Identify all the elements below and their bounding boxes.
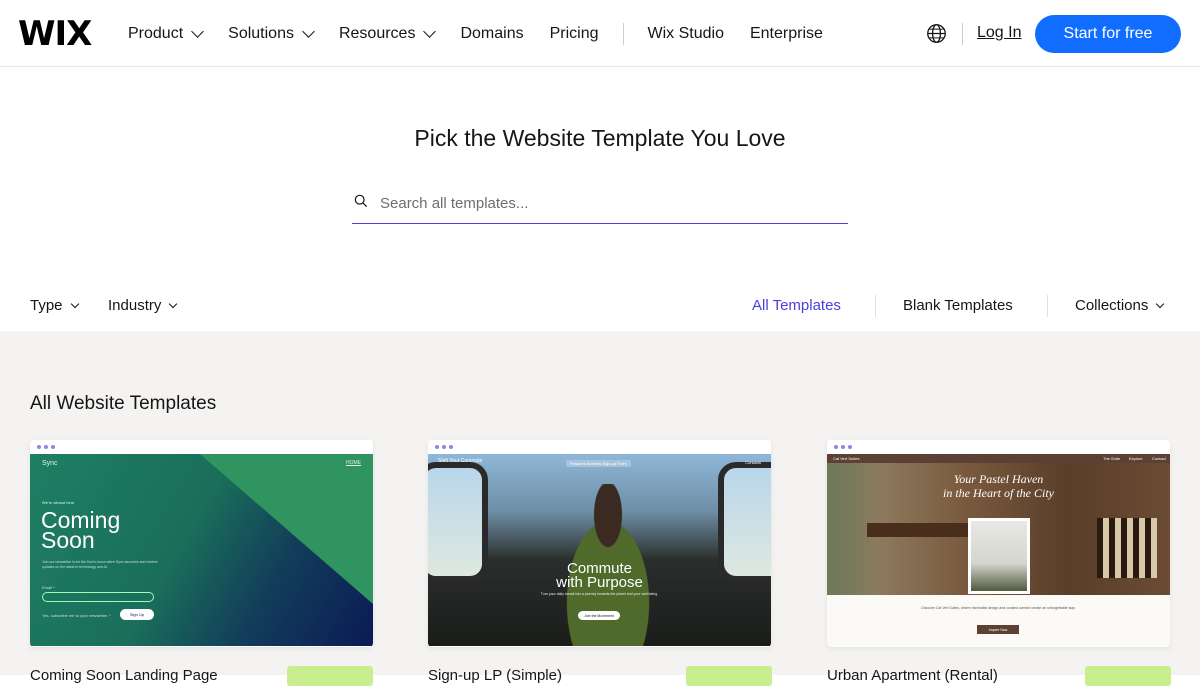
browser-chrome	[428, 440, 771, 454]
chevron-down-icon	[191, 24, 205, 38]
preview-nav-bar: Cal Vert Suites The Suite Explore Contac…	[827, 454, 1170, 463]
nav-label: Product	[128, 24, 184, 42]
template-preview: Sync HOME We're almost here Coming Soon J…	[30, 454, 373, 646]
filter-divider	[875, 295, 876, 317]
search-icon	[354, 194, 368, 208]
nav-label: Resources	[338, 24, 416, 42]
filter-label: Industry	[108, 297, 162, 314]
browser-chrome	[827, 440, 1170, 454]
nav-solutions[interactable]: Solutions	[228, 24, 315, 43]
template-badge	[287, 666, 373, 686]
wix-logo[interactable]: WIX	[18, 14, 92, 54]
template-name[interactable]: Urban Apartment (Rental)	[827, 667, 998, 684]
filter-divider	[1047, 295, 1048, 317]
nav-enterprise[interactable]: Enterprise	[750, 25, 823, 43]
template-card-urban-apartment[interactable]: Cal Vert Suites The Suite Explore Contac…	[827, 440, 1170, 647]
login-link[interactable]: Log In	[977, 24, 1021, 42]
site-header: WIX Product Solutions Resources Domains …	[0, 0, 1200, 67]
filter-industry[interactable]: Industry	[108, 297, 178, 314]
nav-label: Enterprise	[749, 24, 823, 42]
main-nav: Product Solutions Resources Domains Pric…	[128, 0, 849, 67]
section-title: All Website Templates	[30, 393, 217, 414]
tab-label: Blank Templates	[903, 297, 1013, 314]
filter-label: Type	[30, 297, 63, 314]
globe-icon[interactable]	[926, 23, 947, 44]
chevron-down-icon	[169, 299, 178, 308]
preview-contact: Contacts	[745, 460, 761, 465]
filter-type[interactable]: Type	[30, 297, 79, 314]
nav-label: Solutions	[228, 24, 294, 42]
tab-blank-templates[interactable]: Blank Templates	[903, 297, 1013, 314]
preview-inset-photo	[968, 518, 1030, 594]
preview-headline: Your Pastel Haven in the Heart of the Cit…	[943, 472, 1054, 500]
preview-menu: Features Benefits Sign-up Form	[566, 460, 631, 467]
nav-pricing[interactable]: Pricing	[550, 25, 599, 43]
template-badge	[1085, 666, 1171, 686]
preview-home: HOME	[346, 460, 361, 466]
search-input[interactable]	[380, 190, 840, 216]
tab-label: Collections	[1075, 297, 1149, 314]
preview-cta-button: Inquire Now	[977, 625, 1019, 634]
nav-product[interactable]: Product	[128, 24, 205, 43]
preview-kicker: We're almost here	[42, 500, 75, 505]
preview-body: Join our newsletter to be the first to k…	[42, 560, 158, 569]
preview-headline: Commute with Purpose	[556, 560, 643, 591]
chevron-down-icon	[1156, 299, 1165, 308]
nav-resources[interactable]: Resources	[338, 24, 437, 43]
nav-wix-studio[interactable]: Wix Studio	[648, 25, 724, 43]
template-card-coming-soon[interactable]: Sync HOME We're almost here Coming Soon J…	[30, 440, 373, 647]
template-name[interactable]: Coming Soon Landing Page	[30, 667, 218, 684]
preview-checkbox-label: Yes, subscribe me to your newsletter. *	[42, 613, 111, 618]
start-for-free-button[interactable]: Start for free	[1035, 15, 1181, 53]
template-card-sign-up-lp[interactable]: Shift Your Commute Features Benefits Sig…	[428, 440, 771, 647]
preview-body: Discover Cal Vert Suites, where minimali…	[921, 606, 1076, 610]
browser-chrome	[30, 440, 373, 454]
chevron-down-icon	[302, 24, 315, 38]
preview-signup-button: Sign Up	[120, 609, 154, 620]
preview-email-label: Email *	[42, 585, 55, 590]
tab-label: All Templates	[752, 297, 841, 314]
template-gallery: All Website Templates Sync HOME We're al…	[0, 331, 1200, 686]
chevron-down-icon	[423, 24, 437, 38]
template-preview: Cal Vert Suites The Suite Explore Contac…	[827, 454, 1170, 646]
template-preview: Shift Your Commute Features Benefits Sig…	[428, 454, 771, 646]
preview-brand: Shift Your Commute	[438, 458, 483, 464]
template-name[interactable]: Sign-up LP (Simple)	[428, 667, 562, 684]
preview-headline: Coming Soon	[41, 507, 121, 553]
nav-label: Wix Studio	[647, 24, 724, 42]
nav-label: Pricing	[549, 24, 599, 42]
template-search	[352, 186, 848, 224]
tab-all-templates[interactable]: All Templates	[752, 297, 841, 314]
nav-domains[interactable]: Domains	[460, 25, 523, 43]
preview-cta-button: Join the Movement	[578, 611, 620, 620]
preview-brand: Sync	[42, 460, 58, 467]
chevron-down-icon	[70, 299, 79, 308]
filter-bar: Type Industry All Templates Blank Templa…	[0, 283, 1200, 331]
header-divider	[962, 23, 963, 45]
tab-collections[interactable]: Collections	[1075, 297, 1165, 314]
nav-divider	[622, 22, 624, 45]
nav-label: Domains	[460, 24, 524, 42]
preview-body: Turn your daily transit into a journey t…	[540, 592, 659, 596]
preview-email-field	[42, 592, 154, 602]
template-badge	[686, 666, 772, 686]
page-title: Pick the Website Template You Love	[414, 125, 786, 151]
